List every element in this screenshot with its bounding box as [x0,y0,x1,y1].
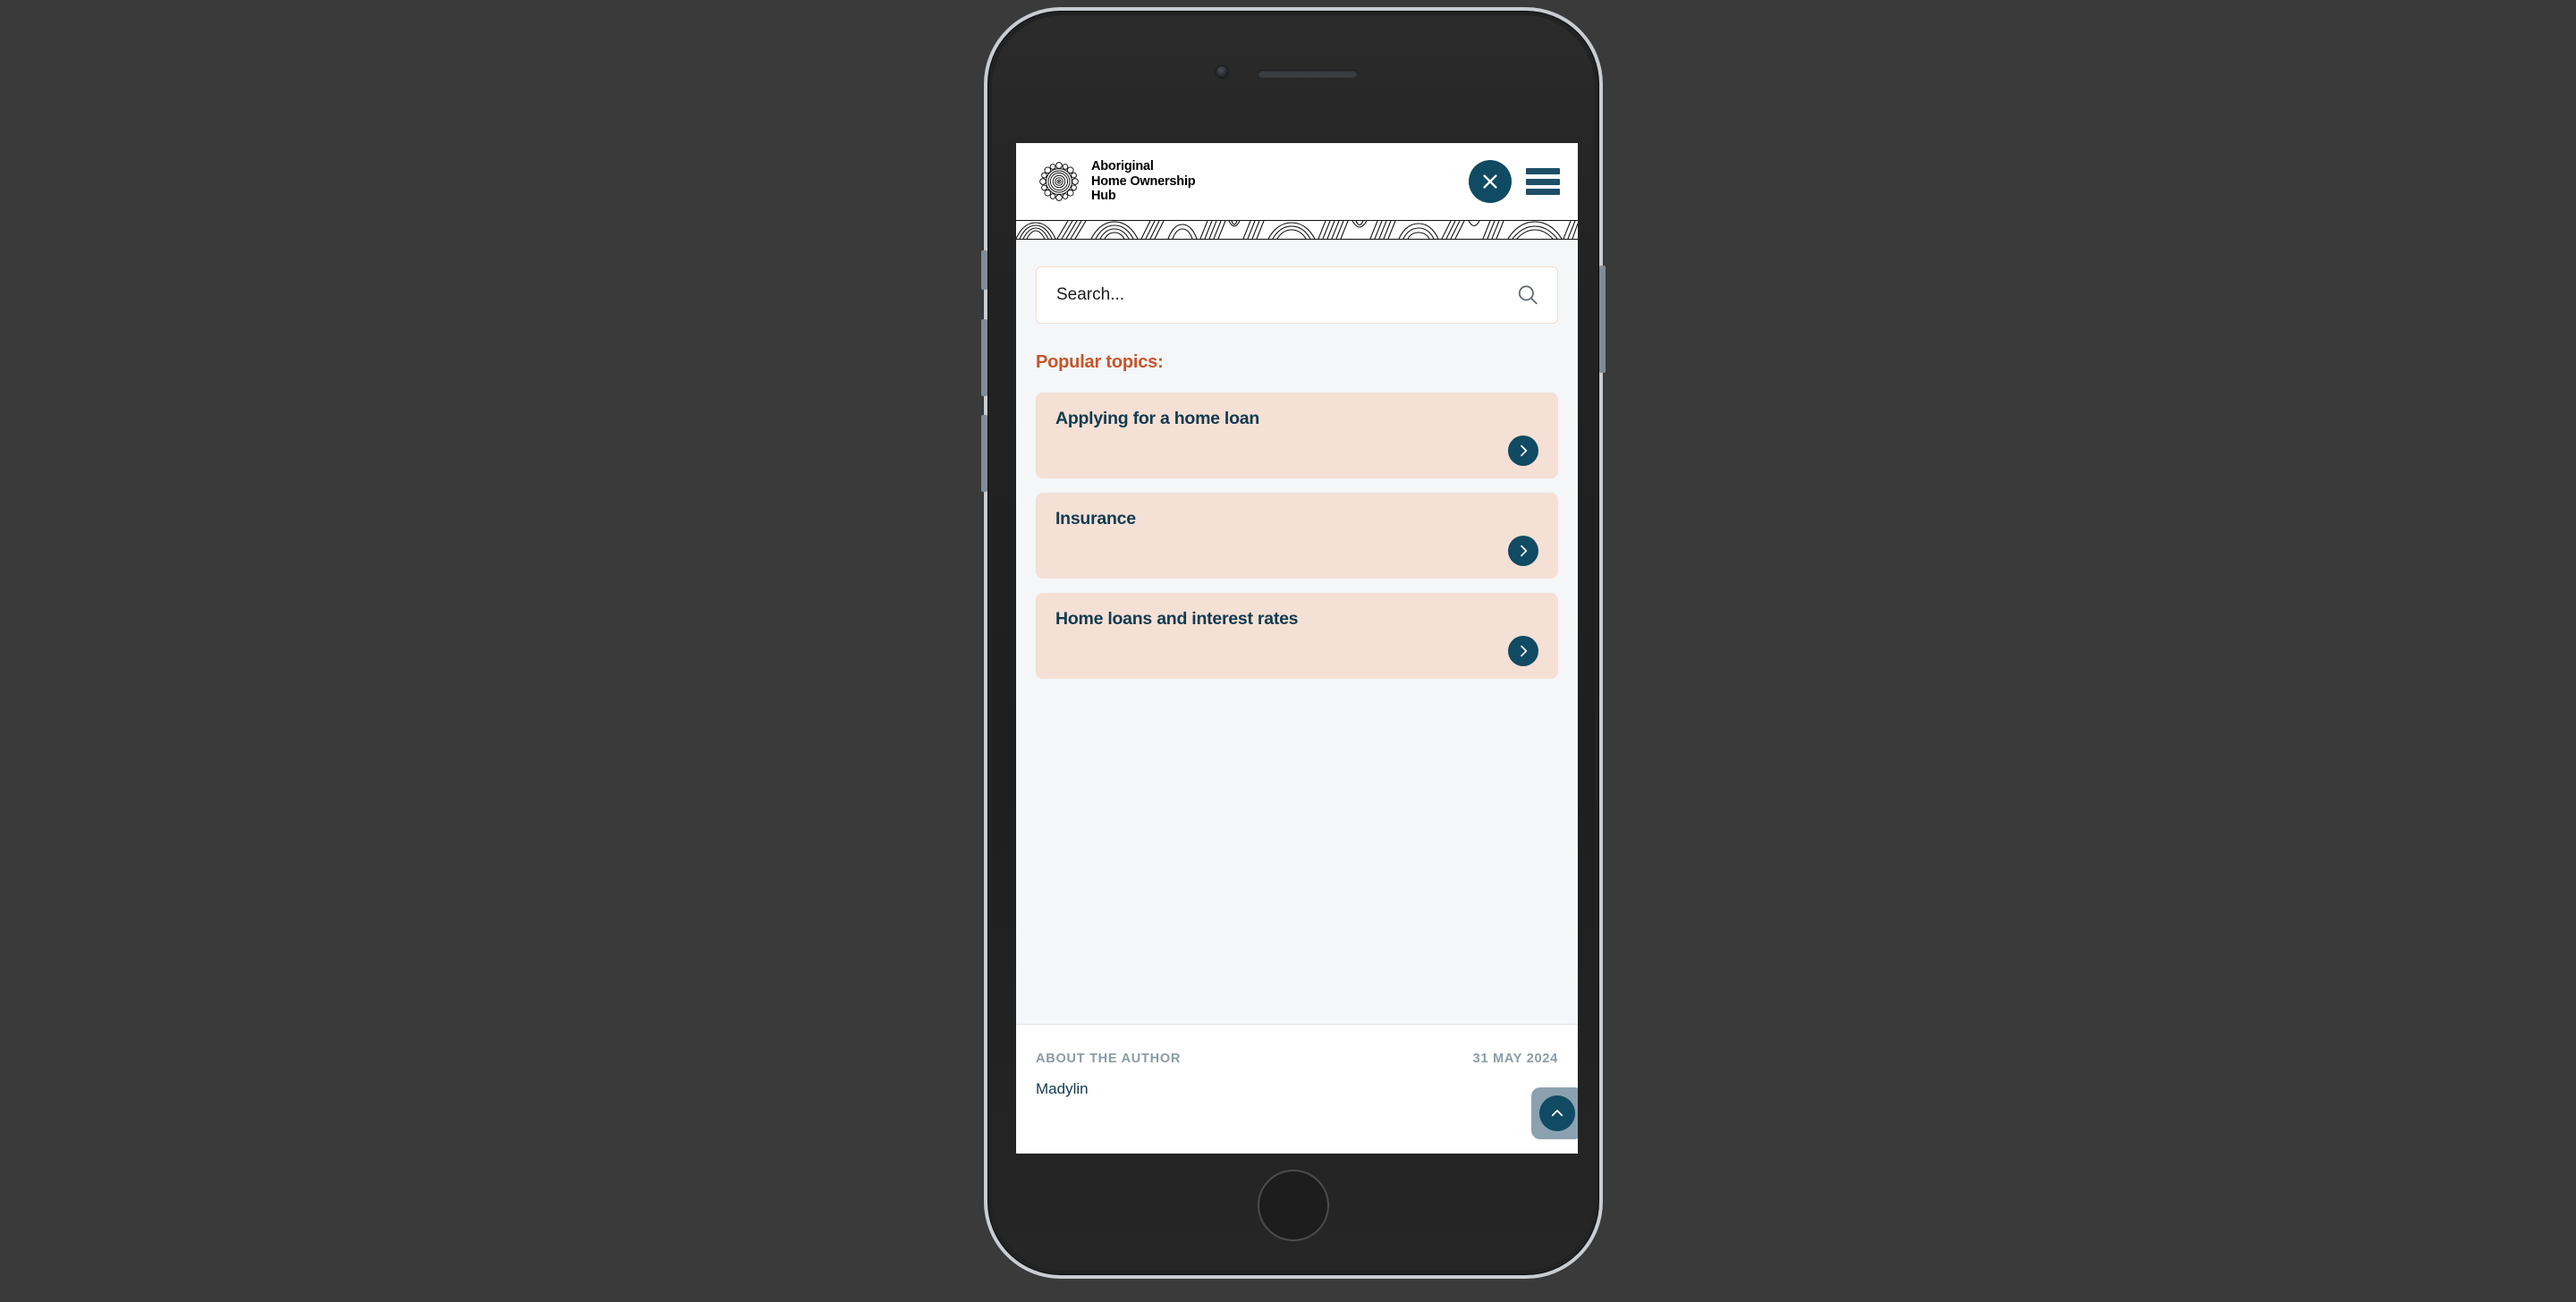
menu-button[interactable] [1526,168,1560,195]
speaker-grille-icon [1258,70,1358,78]
author-meta-row: ABOUT THE AUTHOR 31 MAY 2024 [1036,1052,1558,1066]
search-icon[interactable] [1516,283,1539,307]
screenshot-stage: Aboriginal Home Ownership Hub Search... … [0,0,2576,1302]
topic-arrow-button[interactable] [1508,536,1538,566]
phone-device-frame: Aboriginal Home Ownership Hub Search... … [981,7,1606,1279]
popular-topics-label: Popular topics: [1036,352,1164,372]
scroll-to-top-circle [1539,1095,1575,1131]
header-actions [1469,160,1560,203]
topic-arrow-button[interactable] [1508,636,1538,666]
search-overlay-panel: Popular topics: Applying for a home loan… [1016,240,1578,1024]
hamburger-menu-icon [1526,189,1560,195]
topic-title: Applying for a home loan [1055,409,1260,428]
topic-arrow-button[interactable] [1508,435,1538,466]
close-button[interactable] [1469,160,1512,203]
publish-date: 31 MAY 2024 [1472,1052,1558,1066]
about-the-author-label: ABOUT THE AUTHOR [1036,1052,1182,1066]
phone-screen: Aboriginal Home Ownership Hub Search... … [1016,143,1578,1154]
scroll-to-top-button[interactable] [1531,1087,1578,1139]
phone-power-button[interactable] [1599,266,1606,373]
search-input[interactable] [1056,285,1516,305]
site-header: Aboriginal Home Ownership Hub [1016,143,1578,220]
camera-dot-icon [1216,66,1228,78]
phone-volume-up-button[interactable] [981,319,987,396]
aboriginal-pattern-strip [1016,220,1578,240]
phone-volume-down-button[interactable] [981,415,987,492]
list-item[interactable]: Home loans and interest rates [1036,593,1558,679]
search-box[interactable] [1036,266,1558,324]
phone-mute-switch[interactable] [981,250,987,290]
chevron-right-icon [1521,645,1528,657]
popular-topics-list: Applying for a home loan Insurance Home … [1036,393,1558,679]
topic-title: Insurance [1055,509,1136,528]
chevron-right-icon [1521,444,1528,457]
about-the-author-section: ABOUT THE AUTHOR 31 MAY 2024 Madylin [1016,1025,1578,1154]
hamburger-menu-icon [1526,178,1560,185]
close-x-icon [1483,174,1497,189]
aboriginal-dot-circle-logo-icon [1039,162,1079,201]
aboriginal-line-pattern-icon [1016,221,1578,239]
list-item[interactable]: Applying for a home loan [1036,393,1558,478]
list-item[interactable]: Insurance [1036,493,1558,579]
author-name: Madylin [1036,1080,1089,1097]
chevron-up-icon [1551,1110,1563,1117]
chevron-right-icon [1521,545,1528,557]
home-button[interactable] [1258,1170,1329,1241]
brand-title: Aboriginal Home Ownership Hub [1091,158,1196,204]
hamburger-menu-icon [1526,168,1560,174]
topic-title: Home loans and interest rates [1055,609,1299,629]
